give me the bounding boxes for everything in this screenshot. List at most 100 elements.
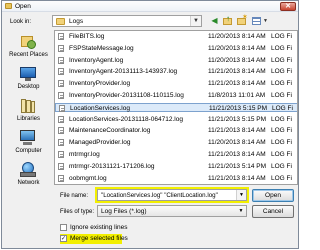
file-row[interactable]: InventoryProvider.log 11/21/2013 8:14 AM L… (55, 79, 297, 88)
file-date-cell: 11/21/2013 8:14 AM (208, 127, 266, 135)
recent-places-icon (19, 33, 37, 50)
file-name-cell: MaintenanceCoordinator.log (69, 127, 151, 135)
file-name-label: File name: (60, 193, 89, 199)
places-bar: Recent Places Desktop Libraries Computer… (5, 31, 52, 201)
close-button[interactable]: ✕ (280, 2, 296, 11)
file-type-label: Files of type: (60, 209, 95, 215)
file-type-cell: LOG Fi (271, 127, 292, 135)
file-row[interactable]: LocationServices-20131118-064712.log 11/2… (55, 115, 297, 124)
folder-icon (56, 18, 65, 25)
file-date-cell: 11/21/2013 5:14 PM (208, 162, 267, 170)
file-name-cell: InventoryProvider-20131108-110115.log (69, 92, 184, 99)
file-date-cell: 11/21/2013 8:14 AM (208, 174, 266, 182)
file-type-dropdown[interactable]: Log Files (*.log) ▼ (97, 205, 247, 217)
title-bar: Open ✕ (2, 1, 298, 12)
file-type-cell: LOG Fi (272, 104, 293, 112)
file-name-cell: mtrmgr-20131121-171206.log (69, 162, 155, 170)
merge-selected-files-label: Merge selected files (70, 235, 128, 242)
log-file-icon (58, 139, 64, 147)
open-dialog: Open ✕ Look in: Logs ▼ ◀ ↑ ✶ ▼ Recent Pl… (1, 0, 299, 249)
file-name-cell: InventoryAgent-20131113-143937.log (69, 68, 178, 76)
file-name-value: "LocationServices.log" "ClientLocation.l… (101, 192, 218, 199)
computer-icon (19, 129, 37, 146)
file-type-cell: LOG Fi (271, 44, 292, 52)
file-name-input[interactable]: "LocationServices.log" "ClientLocation.l… (95, 187, 249, 203)
file-name-cell: mtrmgr.log (69, 151, 100, 158)
file-row[interactable]: mtrmgr.log 11/21/2013 8:14 AM LOG Fi (55, 150, 297, 159)
file-date-cell: 11/20/2013 8:14 AM (208, 33, 266, 40)
place-label: Network (17, 180, 40, 186)
ignore-existing-lines-checkbox[interactable] (60, 224, 67, 231)
file-type-cell: LOG Fi (271, 115, 292, 123)
place-label: Recent Places (9, 52, 48, 58)
file-date-cell: 11/20/2013 8:14 AM (208, 139, 266, 147)
file-type-cell: LOG Fi (271, 139, 292, 147)
up-folder-icon[interactable]: ↑ (222, 14, 234, 27)
network-icon (19, 161, 37, 178)
file-type-cell: LOG Fi (271, 33, 292, 40)
look-in-dropdown[interactable]: Logs ▼ (52, 15, 202, 27)
file-row[interactable]: InventoryProvider-20131108-110115.log 11/… (55, 91, 297, 100)
new-folder-icon[interactable]: ✶ (236, 14, 248, 27)
file-name-cell: LocationServices-20131118-064712.log (69, 115, 183, 123)
file-row[interactable]: ManagedProvider.log 11/20/2013 8:14 AM LOG… (55, 138, 297, 147)
log-file-icon (58, 80, 64, 88)
file-name-cell: InventoryAgent.log (69, 56, 124, 64)
file-type-cell: LOG Fi (271, 162, 292, 170)
log-file-icon (58, 174, 64, 182)
file-name-cell: ManagedProvider.log (69, 139, 131, 147)
file-row[interactable]: oobmgmt.log 11/21/2013 8:14 AM LOG Fi (55, 174, 297, 183)
app-icon (5, 3, 12, 9)
file-row[interactable]: InventoryAgent.log 11/20/2013 8:14 AM LOG … (55, 56, 297, 65)
file-type-value: Log Files (*.log) (101, 208, 147, 215)
file-type-cell: LOG Fi (271, 92, 292, 99)
cancel-button[interactable]: Cancel (252, 205, 294, 218)
file-row[interactable]: InventoryAgent-20131113-143937.log 11/21/… (55, 67, 297, 76)
chevron-down-icon[interactable]: ▼ (236, 206, 246, 216)
log-file-icon (58, 151, 64, 158)
file-type-cell: LOG Fi (271, 151, 292, 158)
log-file-icon (58, 33, 64, 40)
file-type-cell: LOG Fi (271, 56, 292, 64)
place-label: Desktop (17, 84, 40, 90)
log-file-icon (58, 44, 64, 52)
log-file-icon (58, 162, 64, 170)
log-file-icon (58, 68, 64, 76)
file-list[interactable]: FileBITS.log 11/20/2013 8:14 AM LOG Fi FSPS… (54, 30, 298, 185)
file-name-cell: LocationServices.log (70, 104, 130, 112)
libraries-icon (19, 97, 37, 114)
file-name-cell: oobmgmt.log (69, 174, 107, 182)
file-row[interactable]: LocationServices.log 11/21/2013 5:15 PM LO… (55, 102, 297, 112)
desktop-icon (19, 65, 37, 82)
chevron-down-icon[interactable]: ▼ (190, 16, 201, 26)
file-name-cell: FileBITS.log (69, 33, 105, 40)
file-date-cell: 11/20/2013 8:14 AM (208, 44, 266, 52)
file-row[interactable]: FileBITS.log 11/20/2013 8:14 AM LOG Fi (55, 32, 297, 41)
file-name-cell: FSPStateMessage.log (69, 44, 134, 52)
look-in-label: Look in: (10, 19, 32, 25)
merge-selected-files-checkbox[interactable]: ✓ (60, 235, 67, 242)
log-file-icon (58, 127, 64, 135)
log-file-icon (58, 92, 64, 99)
file-date-cell: 11/21/2013 8:14 AM (208, 151, 266, 158)
file-type-cell: LOG Fi (271, 68, 292, 76)
view-menu-icon[interactable]: ▼ (250, 15, 268, 27)
file-row[interactable]: mtrmgr-20131121-171206.log 11/21/2013 5:1… (55, 162, 297, 171)
open-button[interactable]: Open (252, 189, 294, 202)
file-date-cell: 11/21/2013 5:15 PM (209, 104, 268, 112)
file-row[interactable]: FSPStateMessage.log 11/20/2013 8:14 AM LOG… (55, 44, 297, 53)
chevron-down-icon[interactable]: ▼ (236, 190, 246, 200)
log-file-icon (58, 56, 64, 64)
log-file-icon (58, 115, 64, 123)
log-file-icon (59, 104, 65, 112)
file-type-cell: LOG Fi (271, 80, 292, 88)
file-date-cell: 11/8/2013 11:01 AM (208, 92, 266, 99)
place-label: Libraries (16, 116, 40, 122)
place-label: Computer (15, 148, 42, 154)
merge-selected-files-option[interactable]: ✓ Merge selected files (60, 234, 128, 244)
back-arrow-icon[interactable]: ◀ (209, 15, 220, 27)
file-date-cell: 11/21/2013 8:14 AM (208, 80, 266, 88)
file-row[interactable]: MaintenanceCoordinator.log 11/21/2013 8:1… (55, 126, 297, 135)
file-name-cell: InventoryProvider.log (69, 80, 131, 88)
file-date-cell: 11/21/2013 8:14 AM (208, 68, 266, 76)
